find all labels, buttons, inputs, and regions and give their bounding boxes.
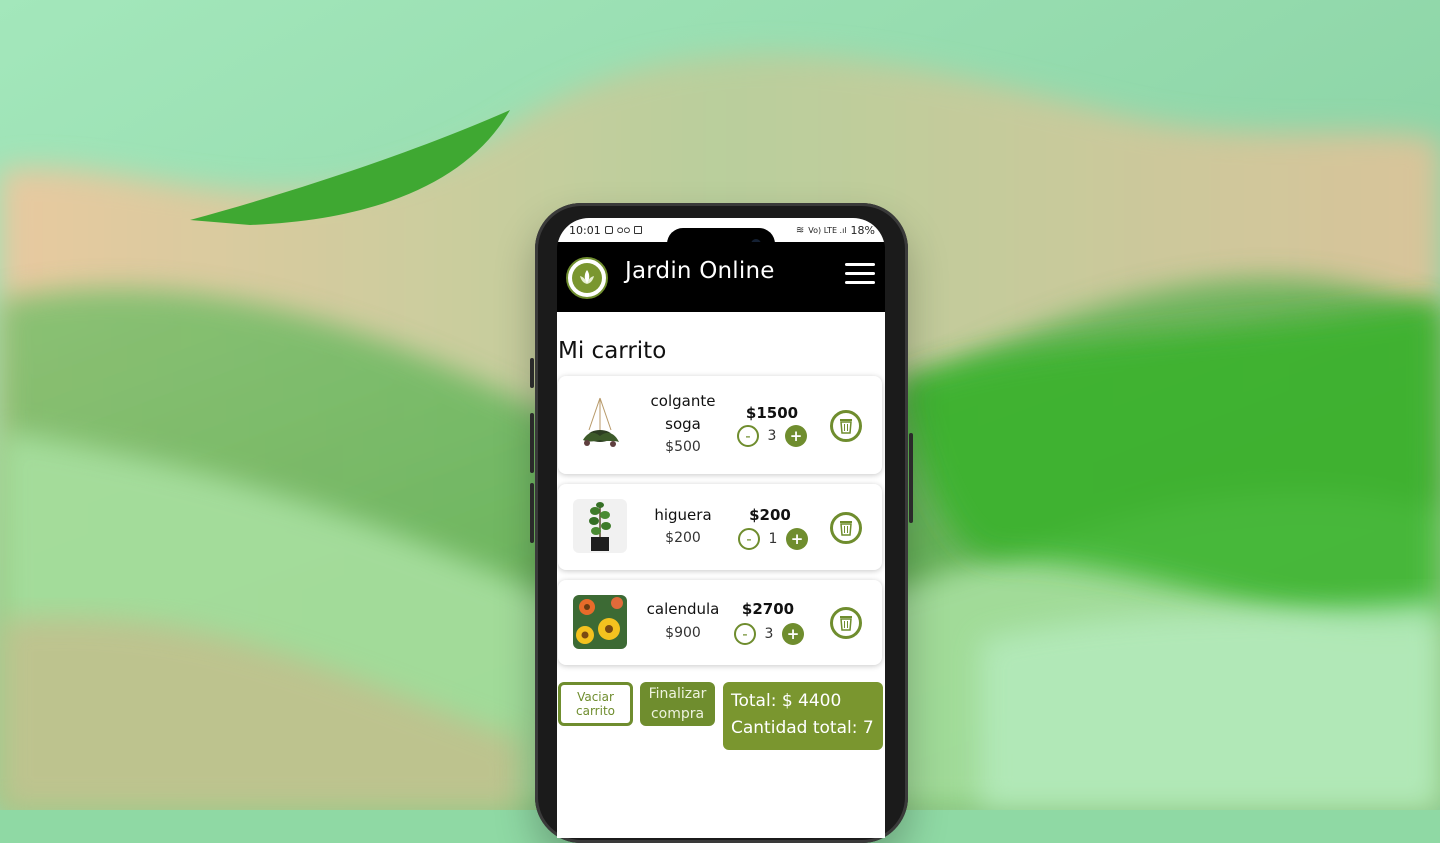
quantity-value: 1	[768, 531, 778, 547]
navbar: Jardin Online	[557, 242, 885, 312]
clear-cart-button[interactable]: Vaciar carrito	[558, 682, 633, 726]
checkout-button[interactable]: Finalizar compra	[640, 682, 715, 726]
product-name-line: colgante	[650, 392, 716, 410]
phone-power-button	[909, 433, 913, 523]
battery-level: 18%	[850, 223, 875, 237]
trash-icon	[840, 419, 852, 434]
checkout-label: Finalizar	[648, 686, 707, 702]
remove-item-button[interactable]	[830, 607, 862, 639]
product-unit-price: $900	[665, 625, 701, 641]
quantity-stepper: - 3 +	[734, 623, 804, 645]
hamburger-menu-button[interactable]	[845, 263, 875, 287]
product-unit-price: $500	[665, 439, 701, 455]
product-name: higuera	[654, 506, 712, 524]
quantity-stepper: - 1 +	[738, 528, 808, 550]
increase-quantity-button[interactable]: +	[785, 425, 807, 447]
clear-cart-label: carrito	[576, 704, 615, 718]
menu-bar-icon	[845, 281, 875, 284]
cart-item: colgante soga $500 $1500 - 3 +	[558, 376, 882, 474]
increase-quantity-button[interactable]: +	[782, 623, 804, 645]
phone-volume-down-button	[530, 483, 534, 543]
phone-volume-up-button	[530, 413, 534, 473]
remove-item-button[interactable]	[830, 512, 862, 544]
phone-side-button	[530, 358, 534, 388]
checkout-label: compra	[650, 706, 705, 722]
cart-total: Total: $ 4400	[731, 691, 842, 711]
leaf-icon	[580, 270, 594, 284]
cart-page: Mi carrito colgante soga $500 $1500 - 3 …	[557, 312, 885, 838]
product-subtotal: $200	[749, 506, 791, 524]
page-title: Mi carrito	[558, 338, 667, 364]
increase-quantity-button[interactable]: +	[786, 528, 808, 550]
quantity-value: 3	[767, 428, 777, 444]
status-time: 10:01	[569, 223, 601, 237]
menu-bar-icon	[845, 263, 875, 266]
product-name: calendula	[646, 600, 720, 618]
phone-screen: 10:01 ᴑᴑ ≋ Vo) LTE .ıl 18% Jardin Online…	[557, 218, 885, 838]
product-subtotal: $2700	[741, 600, 795, 618]
decrease-quantity-button[interactable]: -	[738, 528, 760, 550]
product-subtotal: $1500	[745, 404, 799, 422]
decrease-quantity-button[interactable]: -	[734, 623, 756, 645]
cart-total-quantity: Cantidad total: 7	[731, 718, 874, 738]
signal-indicators: Vo) LTE .ıl	[808, 225, 847, 235]
product-image-colgante-soga	[573, 396, 627, 450]
cart-item: calendula $900 $2700 - 3 +	[558, 580, 882, 665]
decrease-quantity-button[interactable]: -	[737, 425, 759, 447]
product-image-calendula	[573, 595, 627, 649]
remove-item-button[interactable]	[830, 410, 862, 442]
quantity-stepper: - 3 +	[737, 425, 807, 447]
menu-bar-icon	[845, 272, 875, 275]
lock-icon	[634, 226, 643, 234]
product-unit-price: $200	[665, 530, 701, 546]
phone-frame: 10:01 ᴑᴑ ≋ Vo) LTE .ıl 18% Jardin Online…	[530, 203, 913, 843]
photo-icon	[604, 226, 613, 234]
brand-title[interactable]: Jardin Online	[625, 258, 775, 284]
product-image-higuera	[573, 499, 627, 553]
clear-cart-label: Vaciar	[577, 690, 614, 704]
wifi-icon: ≋	[795, 224, 805, 236]
cart-item: higuera $200 $200 - 1 +	[558, 484, 882, 570]
product-name: colgante soga	[638, 390, 728, 436]
trash-icon	[840, 616, 852, 631]
brand-logo[interactable]	[566, 257, 608, 299]
voicemail-icon: ᴑᴑ	[616, 224, 631, 236]
product-name-line: soga	[665, 415, 701, 433]
quantity-value: 3	[764, 626, 774, 642]
trash-icon	[840, 521, 852, 536]
cart-totals-panel: Total: $ 4400 Cantidad total: 7	[723, 682, 883, 750]
